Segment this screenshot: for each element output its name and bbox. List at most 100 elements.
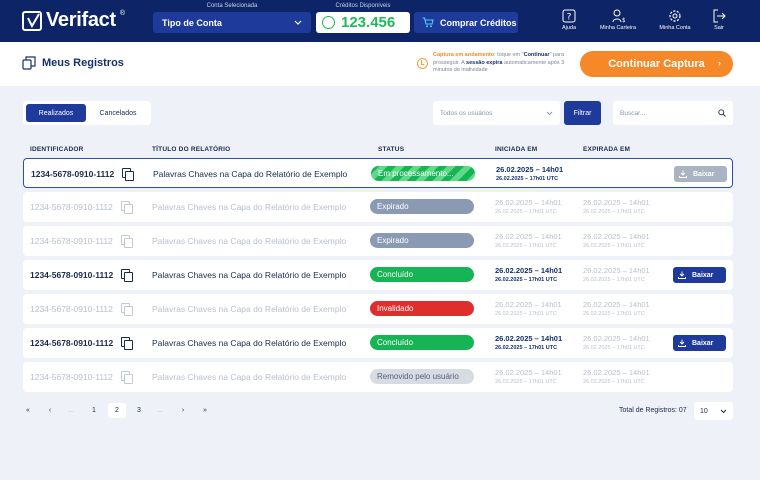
capture-in-progress-note: Captura em andamento: toque em "Continua… xyxy=(433,52,565,73)
record-id: 1234-5678-0910-1112 xyxy=(30,372,113,382)
per-page-value: 10 xyxy=(700,407,708,415)
page-3-button[interactable]: 3 xyxy=(130,403,148,418)
logout-icon xyxy=(713,9,726,23)
nav-logout-label: Sair xyxy=(714,25,724,31)
buy-credits-button[interactable]: Comprar Créditos xyxy=(414,12,518,33)
account-type-value: Tipo de Conta xyxy=(162,17,222,28)
started-date: 26.02.2025 – 14h01 xyxy=(495,232,562,241)
status-badge: Em processamento... xyxy=(371,166,475,181)
page-1-button[interactable]: 1 xyxy=(85,403,103,418)
page-2-button[interactable]: 2 xyxy=(108,403,126,418)
verifact-logo[interactable]: Verifact ® xyxy=(22,9,125,32)
download-button[interactable]: Baixar xyxy=(673,335,726,351)
filter-button[interactable]: Filtrar xyxy=(564,101,601,125)
column-header-status: STATUS xyxy=(378,146,405,153)
started-date: 26.02.2025 – 14h01 xyxy=(495,300,562,309)
expired-date: 26.02.2025 – 14h01 xyxy=(583,232,650,241)
credits-display: 123.456 xyxy=(316,12,410,33)
logo-registered-mark: ® xyxy=(119,10,126,17)
search-placeholder: Buscar... xyxy=(620,109,646,117)
next-page-button[interactable]: › xyxy=(177,403,189,418)
started-date-utc: 26.02.2025 – 17h01 UTC xyxy=(495,379,557,385)
download-button[interactable]: Baixar xyxy=(674,166,727,182)
download-button[interactable]: Baixar xyxy=(673,267,726,283)
started-date-utc: 26.02.2025 – 17h01 UTC xyxy=(495,243,557,249)
nav-help[interactable]: ? Ajuda xyxy=(556,9,582,35)
tab-cancelados[interactable]: Cancelados xyxy=(88,104,148,122)
help-icon: ? xyxy=(562,9,576,23)
copy-icon[interactable] xyxy=(121,371,133,384)
started-date: 26.02.2025 – 14h01 xyxy=(495,198,562,207)
record-id: 1234-5678-0910-1112 xyxy=(30,202,113,212)
status-badge: Expirado xyxy=(370,199,474,214)
chevron-down-icon xyxy=(720,409,727,413)
nav-help-label: Ajuda xyxy=(561,25,577,31)
last-page-button[interactable]: » xyxy=(199,403,211,418)
table-row[interactable]: 1234-5678-0910-1112 Palavras Chaves na C… xyxy=(23,260,733,290)
chevron-down-icon xyxy=(546,111,553,115)
nav-wallet[interactable]: $ Minha Carteira xyxy=(597,9,639,35)
gear-icon xyxy=(669,10,681,22)
pagination-ellipsis: ... xyxy=(157,407,163,414)
first-page-button[interactable]: « xyxy=(22,403,34,418)
users-select[interactable]: Todos os usuários xyxy=(433,101,560,125)
status-badge: Invalidado xyxy=(370,301,474,316)
status-badge: Expirado xyxy=(370,233,474,248)
column-header-started: INICIADA EM xyxy=(495,146,538,153)
users-select-value: Todos os usuários xyxy=(440,109,493,117)
search-input[interactable]: Buscar... xyxy=(613,101,733,125)
wallet-icon: $ xyxy=(612,9,625,23)
chevron-right-icon: › xyxy=(718,58,721,68)
record-title: Palavras Chaves na Capa do Relatório de … xyxy=(152,270,347,280)
table-row[interactable]: 1234-5678-0910-1112 Palavras Chaves na C… xyxy=(23,192,733,222)
total-records: Total de Registros: 07 xyxy=(619,407,687,414)
chevron-down-icon xyxy=(294,20,302,25)
record-id: 1234-5678-0910-1112 xyxy=(30,338,114,348)
started-date: 26.02.2025 – 14h01 xyxy=(495,334,563,343)
started-date: 26.02.2025 – 14h01 xyxy=(495,368,562,377)
svg-text:$: $ xyxy=(622,17,625,23)
records-icon xyxy=(22,56,36,70)
record-title: Palavras Chaves na Capa do Relatório de … xyxy=(152,372,347,382)
started-date-utc: 26.02.2025 – 17h01 UTC xyxy=(496,176,559,182)
account-type-select[interactable]: Tipo de Conta xyxy=(153,12,311,33)
copy-icon[interactable] xyxy=(122,168,134,181)
continue-capture-button[interactable]: Continuar Captura › xyxy=(580,51,733,77)
table-row[interactable]: 1234-5678-0910-1112 Palavras Chaves na C… xyxy=(23,294,733,324)
records-tabs: Realizados Cancelados xyxy=(23,101,151,125)
buy-credits-label: Comprar Créditos xyxy=(440,17,517,28)
copy-icon[interactable] xyxy=(121,303,133,316)
table-row[interactable]: 1234-5678-0910-1112 Palavras Chaves na C… xyxy=(23,226,733,256)
clock-icon xyxy=(417,58,428,69)
copy-icon[interactable] xyxy=(121,235,133,248)
started-date: 26.02.2025 – 14h01 xyxy=(495,266,563,275)
coins-icon xyxy=(322,16,335,29)
column-header-expired: EXPIRADA EM xyxy=(583,146,631,153)
record-title: Palavras Chaves na Capa do Relatório de … xyxy=(152,236,347,246)
expired-date: 26.02.2025 – 14h01 xyxy=(583,300,650,309)
expired-date-utc: 26.02.2025 – 17h01 UTC xyxy=(583,243,645,249)
expired-date: 26.02.2025 – 14h01 xyxy=(583,334,650,343)
pagination-ellipsis: ... xyxy=(68,407,74,414)
nav-account-label: Minha Conta xyxy=(659,25,691,31)
status-badge: Concluído xyxy=(370,335,474,350)
per-page-select[interactable]: 10 xyxy=(694,402,733,420)
cart-icon xyxy=(422,17,434,28)
copy-icon[interactable] xyxy=(121,337,133,350)
expired-date-utc: 26.02.2025 – 17h01 UTC xyxy=(583,209,645,215)
expired-date: 26.02.2025 – 14h01 xyxy=(583,266,650,275)
record-title: Palavras Chaves na Capa do Relatório de … xyxy=(152,202,347,212)
nav-account[interactable]: Minha Conta xyxy=(657,9,693,35)
copy-icon[interactable] xyxy=(121,201,133,214)
table-row[interactable]: 1234-5678-0910-1112 Palavras Chaves na C… xyxy=(23,328,733,358)
record-id: 1234-5678-0910-1112 xyxy=(30,270,114,280)
nav-logout[interactable]: Sair xyxy=(709,9,729,35)
record-id: 1234-5678-0910-1112 xyxy=(31,169,115,179)
nav-wallet-label: Minha Carteira xyxy=(599,25,637,31)
table-row[interactable]: 1234-5678-0910-1112 Palavras Chaves na C… xyxy=(23,158,733,188)
copy-icon[interactable] xyxy=(121,269,133,282)
tab-realizados[interactable]: Realizados xyxy=(26,104,86,122)
started-date-utc: 26.02.2025 – 17h01 UTC xyxy=(495,311,557,317)
prev-page-button[interactable]: ‹ xyxy=(44,403,56,418)
table-row[interactable]: 1234-5678-0910-1112 Palavras Chaves na C… xyxy=(23,362,733,392)
